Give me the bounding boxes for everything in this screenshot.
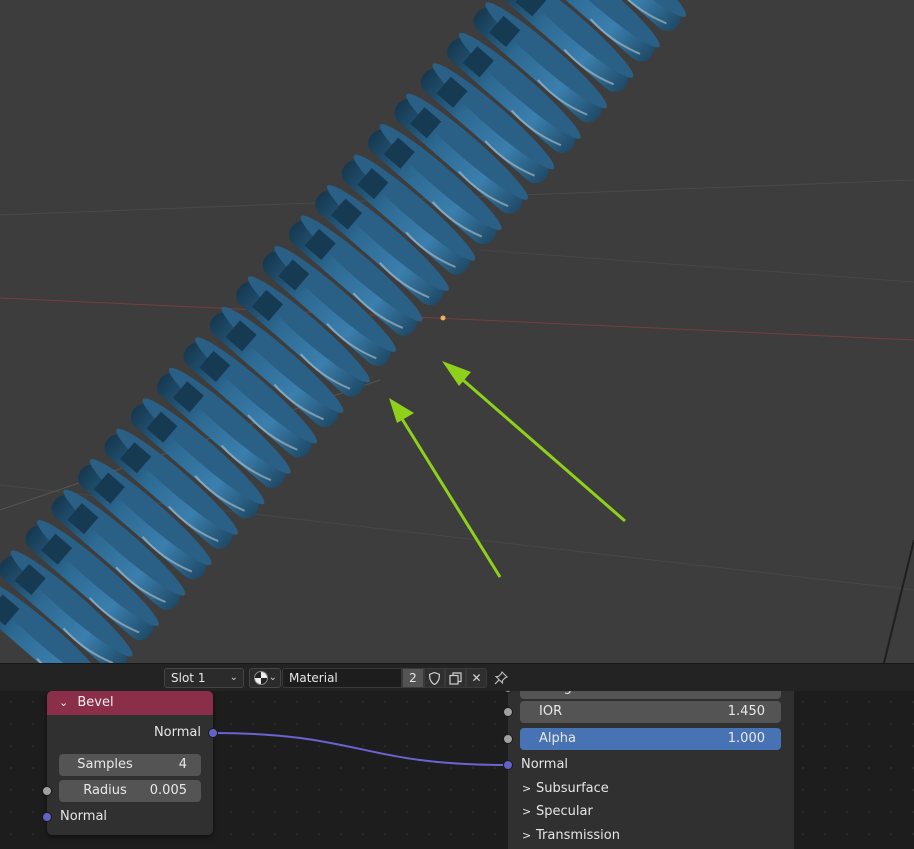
bevel-output-row: Normal — [47, 723, 213, 743]
samples-label: Samples — [77, 757, 133, 772]
close-icon: ✕ — [471, 671, 482, 685]
pin-icon — [494, 671, 508, 685]
chevron-down-icon: ⌄ — [229, 672, 238, 683]
shader-node-editor[interactable]: ⌄ Bevel Normal Samples 4 Radius 0.005 No… — [0, 691, 914, 849]
browse-material-button[interactable]: ⌄ — [249, 668, 281, 688]
ior-input-socket[interactable] — [503, 707, 513, 717]
panel-transmission[interactable]: > Transmission — [522, 826, 620, 846]
material-ball-icon — [254, 671, 268, 685]
pin-button[interactable] — [491, 668, 511, 688]
user-count-badge[interactable]: 2 — [402, 668, 424, 688]
x-axis-line — [0, 297, 914, 341]
bevel-node-header[interactable]: ⌄ Bevel — [47, 691, 213, 715]
duplicate-icon — [449, 672, 462, 685]
roughness-field[interactable]: Roughness 0.500 — [520, 691, 781, 699]
radius-label: Radius — [83, 783, 127, 798]
shield-icon — [428, 671, 441, 686]
radius-value: 0.005 — [149, 783, 187, 798]
normal-label-text: Normal — [521, 757, 569, 772]
3d-viewport[interactable] — [0, 0, 914, 663]
samples-value: 4 — [178, 757, 187, 772]
bevel-normal-output-socket[interactable] — [208, 728, 218, 738]
slot-dropdown[interactable]: Slot 1 ⌄ — [164, 668, 244, 688]
panel-specular-label: Specular — [536, 804, 593, 819]
alpha-input-socket[interactable] — [503, 734, 513, 744]
panel-subsurface[interactable]: > Subsurface — [522, 779, 609, 799]
radius-field[interactable]: Radius 0.005 — [59, 780, 201, 802]
chevron-right-icon: > — [522, 782, 532, 795]
origin-point — [440, 315, 446, 321]
principled-bsdf-node[interactable]: Roughness 0.500 IOR 1.450 Alpha 1.000 No… — [503, 691, 794, 849]
duplicate-button[interactable] — [445, 668, 466, 688]
normal-link-wire — [212, 732, 509, 766]
ior-value: 1.450 — [727, 704, 765, 719]
annotation-arrows — [389, 361, 626, 578]
material-name-field[interactable]: Material — [282, 668, 402, 688]
chevron-right-icon: > — [522, 805, 532, 818]
panel-specular[interactable]: > Specular — [522, 802, 593, 822]
chevron-down-icon[interactable]: ⌄ — [59, 696, 68, 709]
bevel-node[interactable]: ⌄ Bevel Normal Samples 4 Radius 0.005 No… — [42, 691, 218, 835]
alpha-field[interactable]: Alpha 1.000 — [520, 728, 781, 750]
slot-label: Slot 1 — [171, 671, 206, 685]
panel-subsurface-label: Subsurface — [536, 781, 609, 796]
ior-field[interactable]: IOR 1.450 — [520, 701, 781, 723]
ior-label: IOR — [539, 704, 563, 719]
bevel-input-label: Normal — [60, 809, 108, 824]
chevron-down-icon: ⌄ — [268, 672, 277, 683]
radius-input-socket[interactable] — [42, 786, 52, 796]
roughness-value: 0.500 — [728, 691, 765, 699]
unlink-button[interactable]: ✕ — [466, 668, 487, 688]
principled-normal-input-socket[interactable] — [503, 760, 513, 770]
bevel-output-label: Normal — [153, 725, 201, 740]
normal-input-label: Normal — [521, 755, 568, 775]
chevron-right-icon: > — [522, 829, 532, 842]
alpha-label: Alpha — [539, 731, 576, 746]
samples-field[interactable]: Samples 4 — [59, 754, 201, 776]
viewport-scene — [0, 0, 914, 663]
fake-user-button[interactable] — [424, 668, 445, 688]
bevel-node-title: Bevel — [77, 695, 114, 710]
bevel-input-row: Normal — [47, 807, 213, 827]
alpha-value: 1.000 — [727, 731, 765, 746]
roughness-label: Roughness — [539, 691, 610, 699]
bevel-normal-input-socket[interactable] — [42, 812, 52, 822]
panel-transmission-label: Transmission — [536, 828, 620, 843]
arrow-head-left — [389, 398, 414, 423]
blue-coil-mesh — [0, 0, 687, 663]
node-editor-header: Slot 1 ⌄ ⌄ Material 2 ✕ — [0, 663, 914, 692]
